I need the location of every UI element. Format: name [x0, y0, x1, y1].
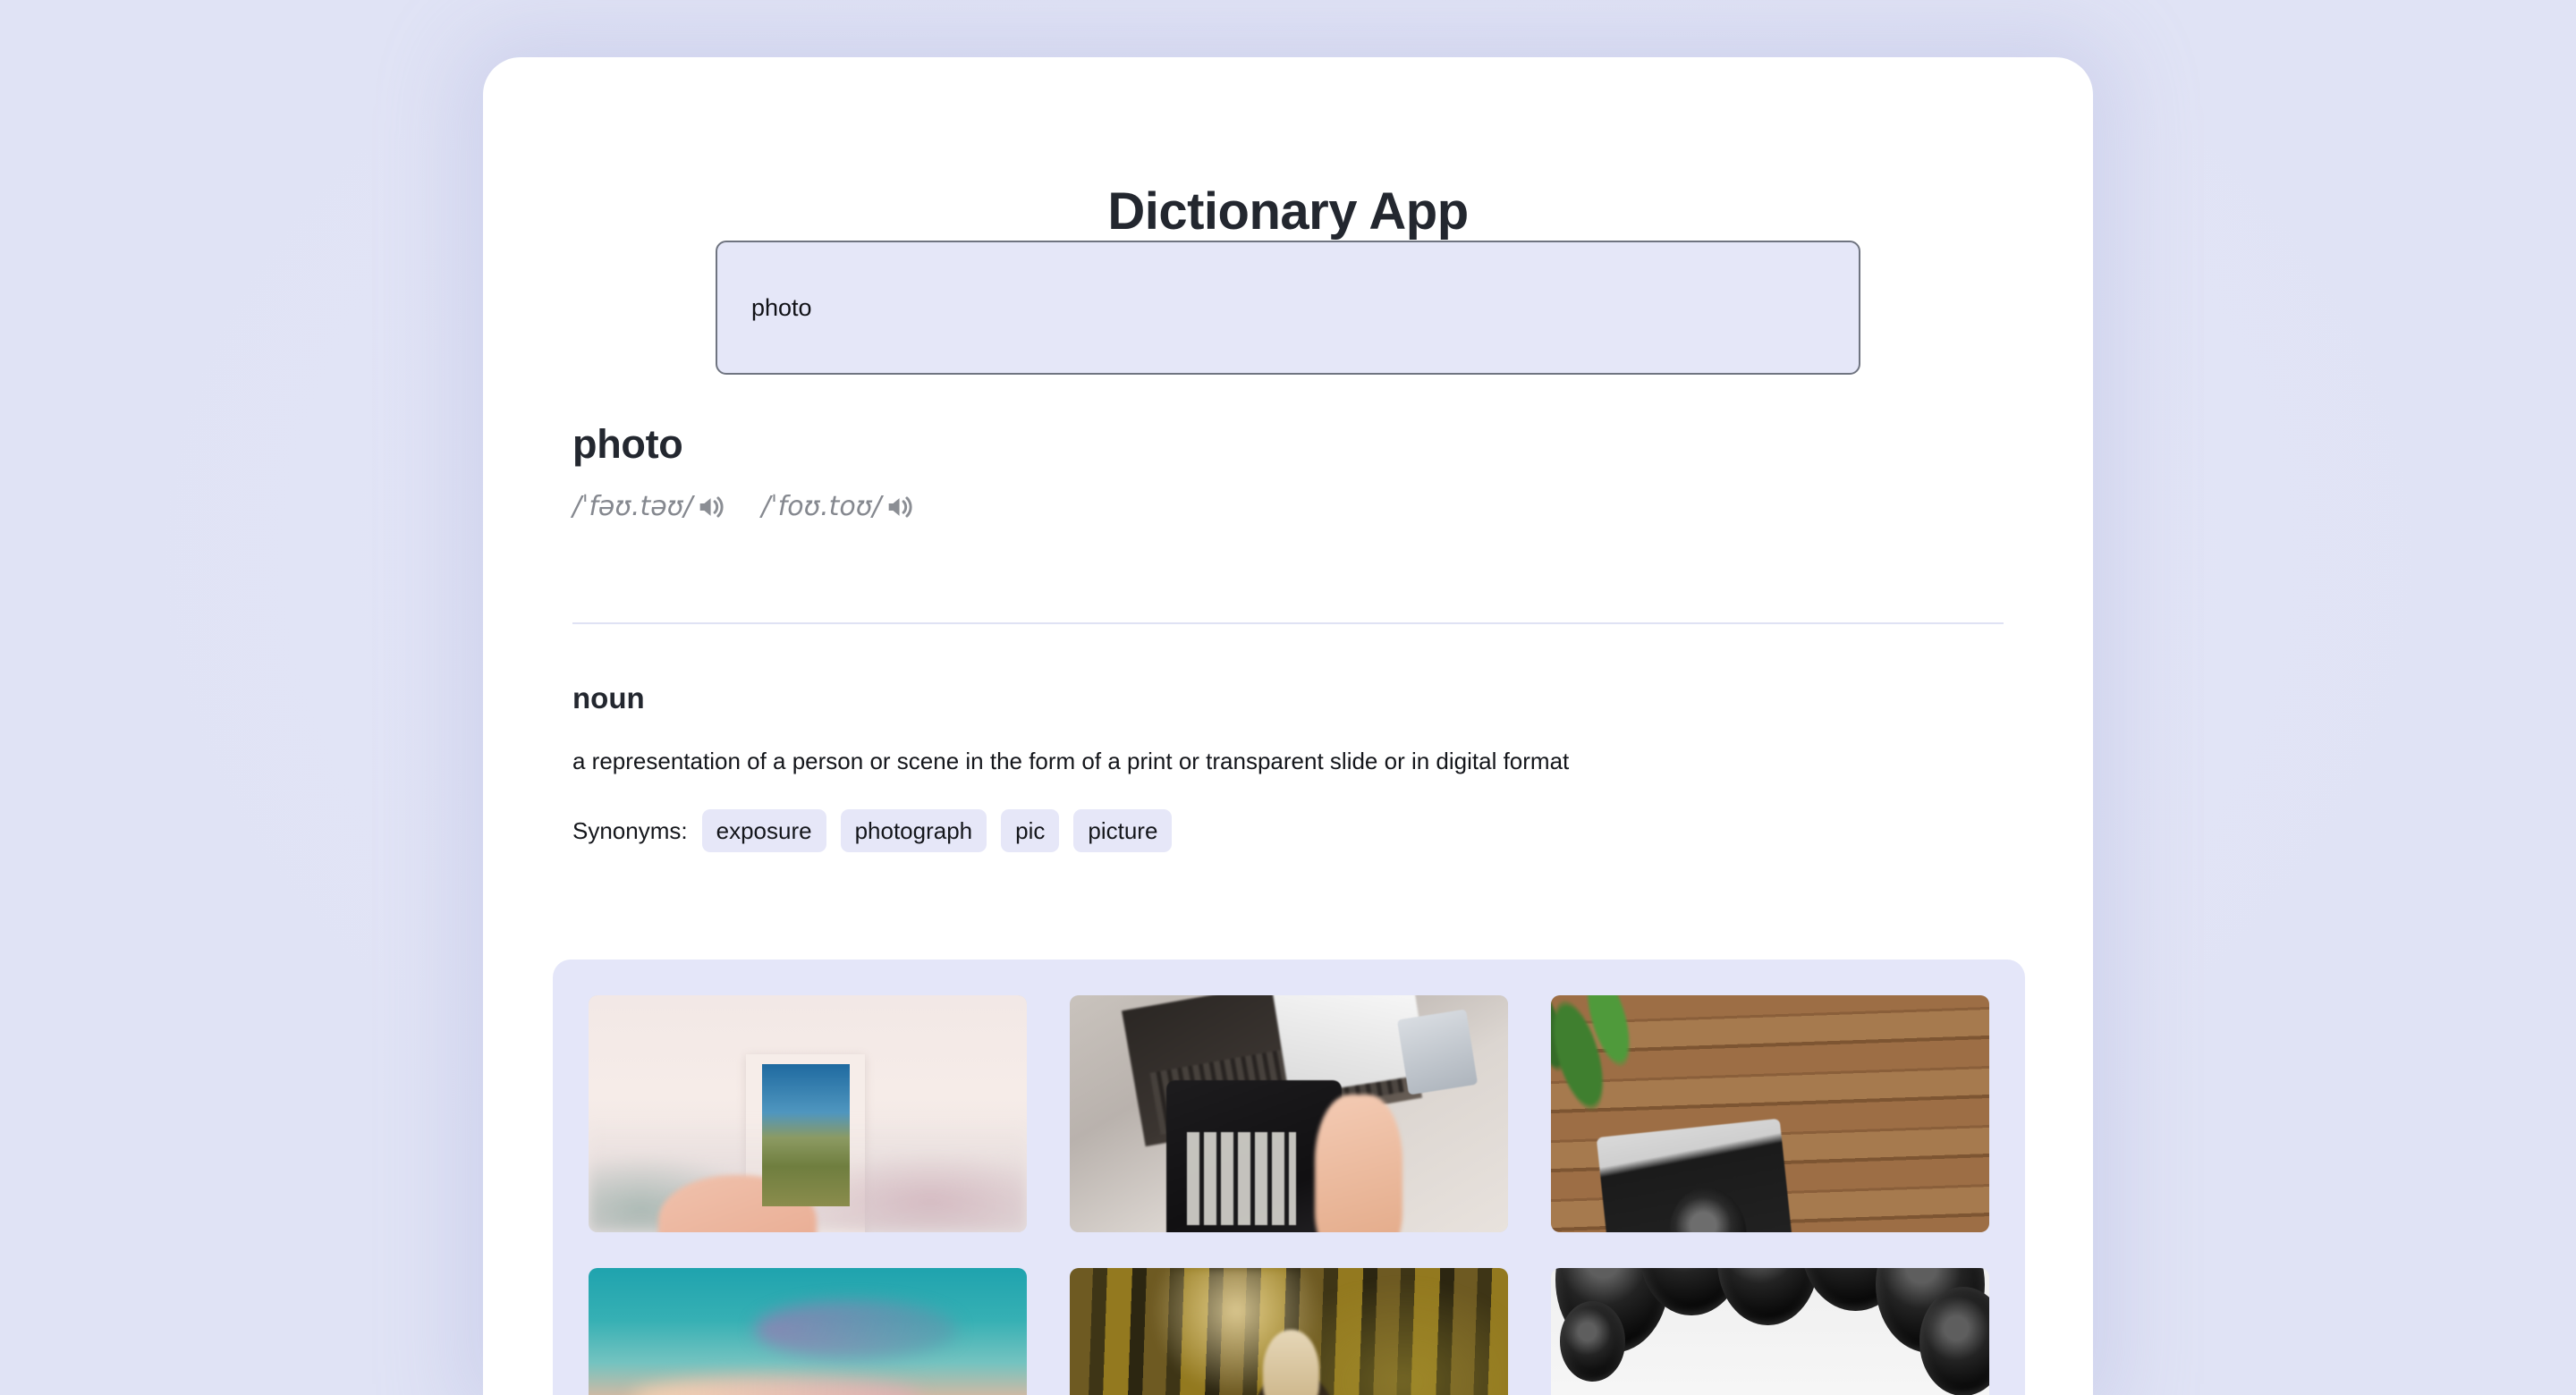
- thumbnail-vintage-camera: [1551, 995, 1989, 1232]
- thumbnail-polaroid: [589, 995, 1027, 1232]
- phonetic-uk-text: /ˈfəʊ.təʊ/: [572, 491, 693, 523]
- synonym-chip[interactable]: pic: [1001, 809, 1060, 853]
- definition-text: a representation of a person or scene in…: [572, 748, 1570, 774]
- search-container: [716, 241, 1860, 375]
- gallery-image[interactable]: [1070, 995, 1508, 1232]
- synonyms-row: Synonyms: exposure photograph pic pictur…: [572, 809, 2039, 853]
- gallery-image[interactable]: [1551, 1268, 1989, 1395]
- gallery-image[interactable]: [589, 995, 1027, 1232]
- synonyms-label: Synonyms:: [572, 817, 688, 845]
- word-entry: photo /ˈfəʊ.təʊ/ /ˈfoʊ.toʊ/: [572, 421, 2004, 528]
- search-input[interactable]: [716, 241, 1860, 375]
- app-card: Dictionary App photo /ˈfəʊ.təʊ/: [483, 57, 2093, 1395]
- gallery-image[interactable]: [589, 1268, 1027, 1395]
- synonym-chip[interactable]: picture: [1073, 809, 1173, 853]
- image-gallery: [553, 960, 2025, 1395]
- synonym-chip[interactable]: photograph: [840, 809, 987, 853]
- speaker-icon[interactable]: [695, 492, 725, 522]
- part-of-speech: noun: [572, 681, 645, 714]
- gallery-grid: [589, 995, 1989, 1395]
- thumbnail-dslr: [1070, 995, 1508, 1232]
- thumbnail-sunset: [589, 1268, 1027, 1395]
- gallery-image[interactable]: [1551, 995, 1989, 1232]
- meaning-block: noun a representation of a person or sce…: [572, 681, 2039, 853]
- page-title: Dictionary App: [1107, 182, 1469, 241]
- gallery-image[interactable]: [1070, 1268, 1508, 1395]
- section-divider: [572, 622, 2004, 624]
- phonetic-us-text: /ˈfoʊ.toʊ/: [761, 491, 882, 523]
- page-root: Dictionary App photo /ˈfəʊ.təʊ/: [0, 0, 2576, 1395]
- word-heading: photo: [572, 421, 683, 467]
- thumbnail-lenses: [1551, 1268, 1989, 1395]
- phonetic-uk[interactable]: /ˈfəʊ.təʊ/: [572, 492, 725, 522]
- phonetics-row: /ˈfəʊ.təʊ/ /ˈfoʊ.toʊ/: [572, 486, 2004, 528]
- thumbnail-forest-photographer: [1070, 1268, 1508, 1395]
- speaker-icon[interactable]: [884, 492, 914, 522]
- synonym-chip[interactable]: exposure: [701, 809, 826, 853]
- phonetic-us[interactable]: /ˈfoʊ.toʊ/: [761, 492, 914, 522]
